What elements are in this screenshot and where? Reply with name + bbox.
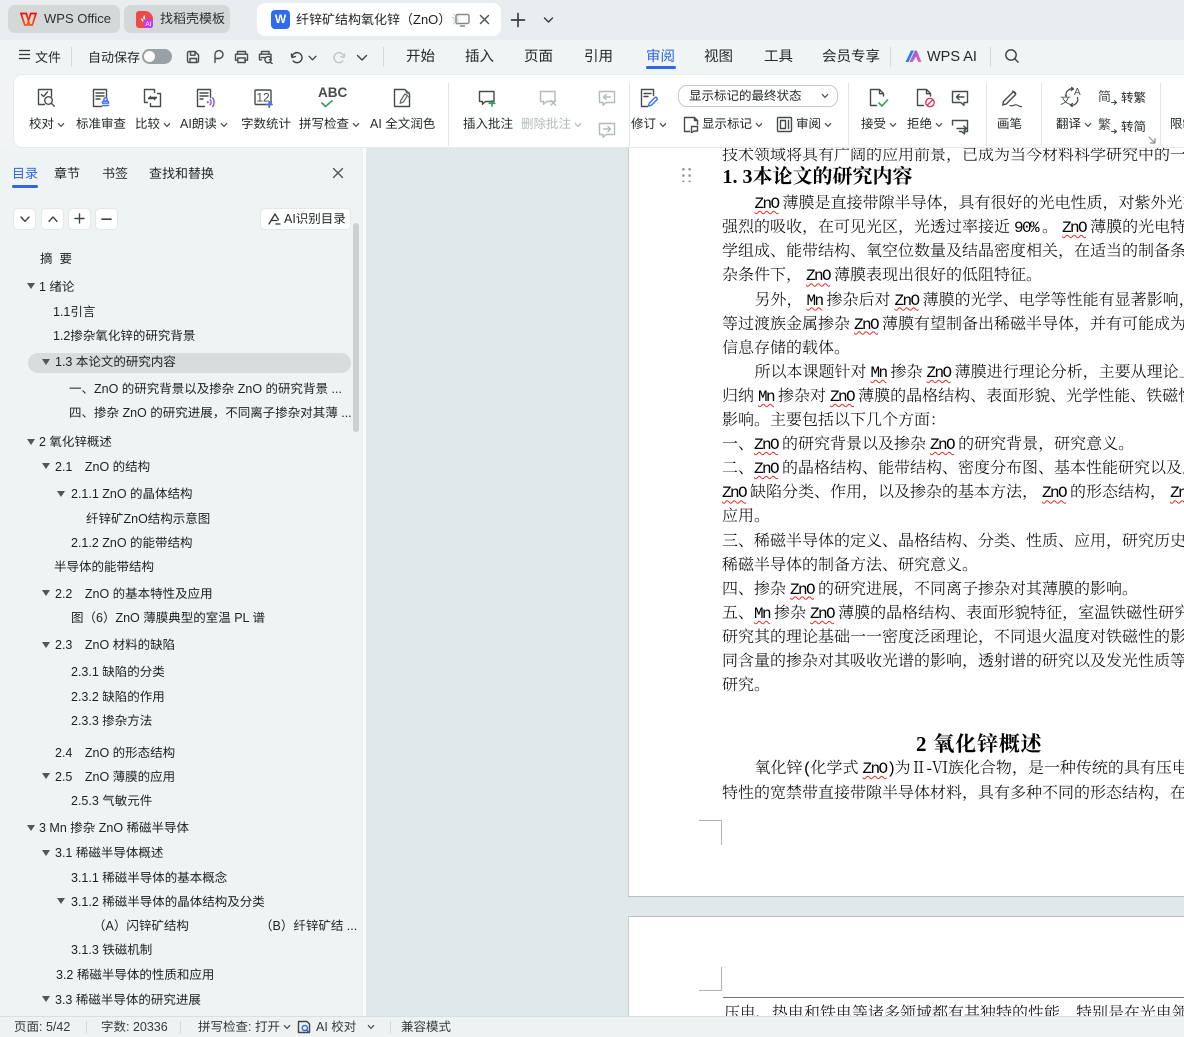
- svg-text:AI: AI: [145, 21, 151, 28]
- svg-text:繁: 繁: [1098, 116, 1111, 133]
- svg-text:12: 12: [256, 91, 270, 105]
- svg-text:A: A: [1074, 87, 1081, 98]
- svg-text:简: 简: [1098, 88, 1111, 105]
